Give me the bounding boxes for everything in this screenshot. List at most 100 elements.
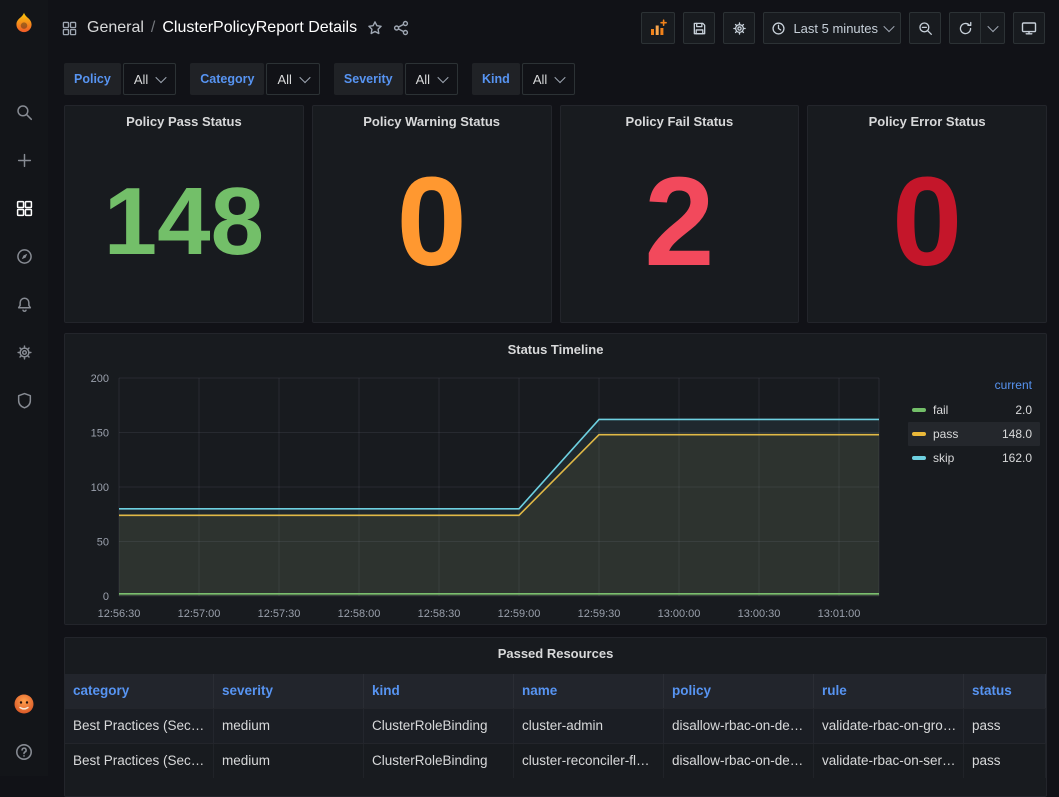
- variable-value-dropdown[interactable]: All: [522, 63, 575, 95]
- add-panel-icon: [649, 19, 667, 37]
- zoom-out-time-button[interactable]: [909, 12, 941, 44]
- save-dashboard-button[interactable]: [683, 12, 715, 44]
- table-column-header[interactable]: rule: [814, 674, 964, 708]
- svg-text:150: 150: [91, 428, 109, 440]
- stat-panel-title[interactable]: Policy Pass Status: [65, 106, 303, 136]
- panel-title[interactable]: Status Timeline: [65, 334, 1046, 364]
- series-name: fail: [933, 403, 1015, 417]
- table-cell: validate-rbac-on-gro…: [814, 709, 964, 743]
- svg-text:13:00:00: 13:00:00: [658, 608, 701, 620]
- legend-row[interactable]: skip162.0: [908, 446, 1040, 470]
- gear-icon: [16, 344, 33, 361]
- dashboard-toolbar: Last 5 minutes: [641, 12, 1045, 44]
- search-icon: [16, 104, 33, 121]
- variable-value-dropdown[interactable]: All: [123, 63, 176, 95]
- svg-text:13:00:30: 13:00:30: [738, 608, 781, 620]
- table-cell: cluster-admin: [514, 709, 664, 743]
- chevron-down-icon: [555, 72, 566, 83]
- sidebar-item-security[interactable]: [0, 376, 48, 424]
- variable-value-dropdown[interactable]: All: [266, 63, 319, 95]
- legend-row[interactable]: fail2.0: [908, 398, 1040, 422]
- series-name: pass: [933, 427, 1002, 441]
- table-column-header[interactable]: kind: [364, 674, 514, 708]
- refresh-interval-dropdown[interactable]: [981, 12, 1005, 44]
- svg-text:12:58:30: 12:58:30: [418, 608, 461, 620]
- bell-icon: [16, 296, 33, 313]
- clock-icon: [771, 21, 786, 36]
- series-color-swatch: [912, 408, 926, 412]
- series-name: skip: [933, 451, 1002, 465]
- svg-text:13:01:00: 13:01:00: [818, 608, 861, 620]
- svg-text:12:59:30: 12:59:30: [578, 608, 621, 620]
- shield-icon: [16, 392, 33, 409]
- monitor-icon: [1021, 20, 1037, 36]
- panel-title[interactable]: Passed Resources: [65, 638, 1046, 668]
- sidebar-item-configuration[interactable]: [0, 328, 48, 376]
- status-timeline-panel: Status Timeline 05010015020012:56:3012:5…: [64, 333, 1047, 625]
- table-column-header[interactable]: name: [514, 674, 664, 708]
- svg-text:12:57:00: 12:57:00: [178, 608, 221, 620]
- sidebar-item-create[interactable]: [0, 136, 48, 184]
- table-column-header[interactable]: status: [964, 674, 1046, 708]
- star-icon[interactable]: [367, 20, 383, 36]
- breadcrumb-dashboard-title[interactable]: ClusterPolicyReport Details: [162, 19, 357, 37]
- chevron-down-icon: [883, 21, 894, 32]
- refresh-button[interactable]: [949, 12, 981, 44]
- table-cell: disallow-rbac-on-de…: [664, 744, 814, 778]
- legend-current-header[interactable]: current: [908, 376, 1040, 398]
- svg-text:12:59:00: 12:59:00: [498, 608, 541, 620]
- variable-label[interactable]: Policy: [64, 63, 121, 95]
- share-icon[interactable]: [393, 20, 409, 36]
- variable-label[interactable]: Kind: [472, 63, 520, 95]
- table-cell: Best Practices (Sec…: [65, 744, 214, 778]
- stat-value: 2: [561, 136, 799, 322]
- sidebar-item-dashboards[interactable]: [0, 184, 48, 232]
- legend-row[interactable]: pass148.0: [908, 422, 1040, 446]
- variable-value: All: [277, 72, 291, 87]
- grafana-logo[interactable]: [0, 0, 48, 48]
- table-column-header[interactable]: severity: [214, 674, 364, 708]
- variable-label[interactable]: Severity: [334, 63, 403, 95]
- stat-panel-title[interactable]: Policy Error Status: [808, 106, 1046, 136]
- variable-value: All: [134, 72, 148, 87]
- compass-icon: [16, 248, 33, 265]
- apps-grid-icon: [62, 21, 77, 36]
- timeline-legend: currentfail2.0pass148.0skip162.0: [908, 376, 1040, 470]
- table-cell: Best Practices (Sec…: [65, 709, 214, 743]
- chevron-down-icon: [987, 21, 998, 32]
- svg-text:200: 200: [91, 373, 109, 385]
- sidebar-item-profile[interactable]: [0, 680, 48, 728]
- sidebar-item-help[interactable]: [0, 728, 48, 776]
- stat-value: 148: [65, 136, 303, 322]
- variable-label[interactable]: Category: [190, 63, 264, 95]
- save-icon: [692, 21, 707, 36]
- table-column-header[interactable]: category: [65, 674, 214, 708]
- chevron-down-icon: [437, 72, 448, 83]
- plus-icon: [16, 152, 33, 169]
- stat-panels-row: Policy Pass Status148 Policy Warning Stat…: [64, 105, 1047, 323]
- stat-panel-title[interactable]: Policy Warning Status: [313, 106, 551, 136]
- series-current-value: 162.0: [1002, 451, 1032, 465]
- sidebar-item-explore[interactable]: [0, 232, 48, 280]
- table-cell: medium: [214, 744, 364, 778]
- table-cell: ClusterRoleBinding: [364, 744, 514, 778]
- svg-text:100: 100: [91, 482, 109, 494]
- variable-filter: Category All: [190, 63, 320, 95]
- add-panel-button[interactable]: [641, 12, 675, 44]
- table-cell: disallow-rbac-on-de…: [664, 709, 814, 743]
- series-current-value: 2.0: [1015, 403, 1032, 417]
- dashboard-settings-button[interactable]: [723, 12, 755, 44]
- stat-panel-title[interactable]: Policy Fail Status: [561, 106, 799, 136]
- stat-panel: Policy Pass Status148: [64, 105, 304, 323]
- dashboards-grid-icon: [16, 200, 33, 217]
- status-timeline-chart[interactable]: 05010015020012:56:3012:57:0012:57:3012:5…: [73, 370, 915, 622]
- filter-row: PolicyAllCategoryAllSeverityAllKindAll: [64, 63, 575, 95]
- sidebar-item-alerting[interactable]: [0, 280, 48, 328]
- variable-value-dropdown[interactable]: All: [405, 63, 458, 95]
- table-row: Best Practices (Sec…mediumClusterRoleBin…: [65, 708, 1046, 743]
- time-range-picker[interactable]: Last 5 minutes: [763, 12, 901, 44]
- breadcrumb-folder[interactable]: General: [87, 19, 144, 37]
- sidebar-item-search[interactable]: [0, 88, 48, 136]
- table-column-header[interactable]: policy: [664, 674, 814, 708]
- kiosk-mode-button[interactable]: [1013, 12, 1045, 44]
